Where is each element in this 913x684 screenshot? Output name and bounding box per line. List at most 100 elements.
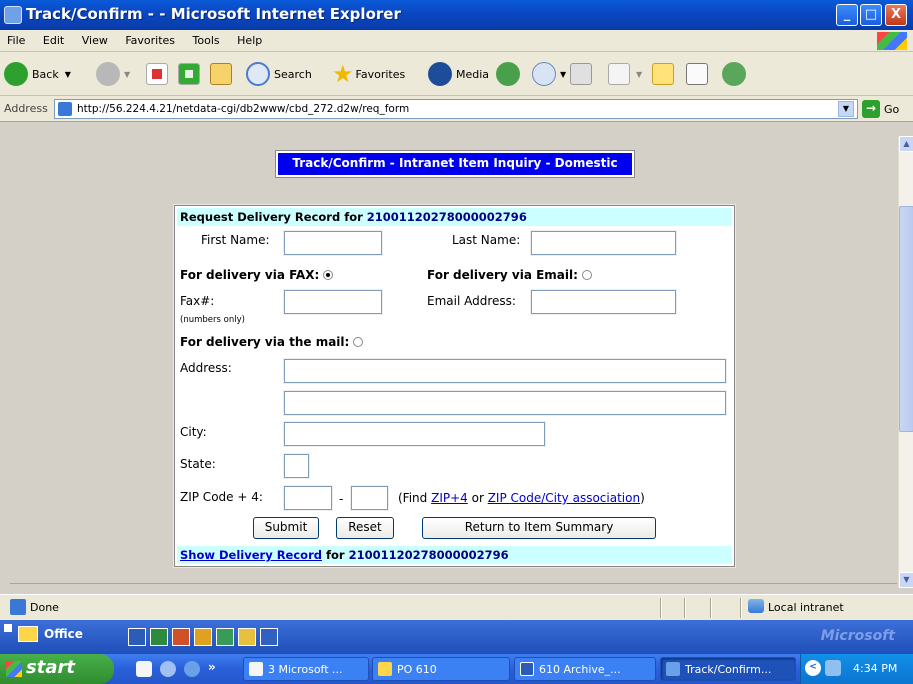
powerpoint-icon[interactable]	[172, 628, 190, 646]
zip-label: ZIP Code + 4:	[180, 490, 263, 504]
refresh-icon	[178, 63, 200, 85]
menu-view[interactable]: View	[75, 30, 115, 47]
fax-input[interactable]	[283, 289, 383, 315]
forward-button[interactable]: ▼	[96, 59, 130, 89]
delivery-record-form: Request Delivery Record for 210011202780…	[173, 204, 736, 568]
mail-dropdown-icon[interactable]: ▼	[560, 70, 566, 79]
start-button[interactable]: start	[0, 654, 114, 684]
first-name-label: First Name:	[201, 233, 270, 247]
page-icon	[58, 102, 72, 116]
folder-icon	[378, 662, 392, 676]
folder-icon	[652, 63, 674, 85]
status-separator	[710, 598, 712, 618]
history-icon	[496, 62, 520, 86]
menu-edit[interactable]: Edit	[36, 30, 71, 47]
address-dropdown-icon[interactable]: ▼	[838, 101, 854, 117]
zip4-link[interactable]: ZIP+4	[431, 491, 468, 505]
show-delivery-record-link[interactable]: Show Delivery Record	[180, 548, 322, 562]
email-input[interactable]	[530, 289, 677, 315]
show-hidden-icons-icon[interactable]: <	[805, 660, 821, 676]
quicklaunch-ie-icon[interactable]	[184, 661, 200, 677]
back-dropdown-icon[interactable]: ▼	[65, 70, 71, 79]
reset-button[interactable]: Reset	[336, 517, 394, 539]
zip-input[interactable]	[283, 485, 333, 511]
office-button[interactable]: Office	[18, 626, 83, 642]
home-button[interactable]	[210, 59, 232, 89]
submit-button[interactable]: Submit	[253, 517, 319, 539]
mail-radio[interactable]	[353, 336, 364, 347]
scroll-up-icon[interactable]: ▲	[899, 136, 913, 152]
last-name-input[interactable]	[530, 230, 677, 256]
maximize-button[interactable]: □	[860, 4, 882, 26]
quicklaunch-app-icon[interactable]	[136, 661, 152, 677]
print-button[interactable]	[570, 59, 592, 89]
address-bar: Address http://56.224.4.21/netdata-cgi/d…	[0, 96, 913, 122]
mail-icon	[532, 62, 556, 86]
task-610-archive[interactable]: 610 Archive_...	[514, 657, 656, 681]
address-line2-input[interactable]	[283, 390, 727, 416]
window-title-bar[interactable]: Track/Confirm - - Microsoft Internet Exp…	[0, 0, 913, 30]
home-icon	[210, 63, 232, 85]
zip4-input[interactable]	[350, 485, 389, 511]
word-icon	[520, 662, 534, 676]
go-button[interactable]: → Go	[862, 100, 899, 118]
forward-dropdown-icon[interactable]: ▼	[124, 70, 130, 79]
access-icon[interactable]	[260, 628, 278, 646]
network-icon[interactable]	[825, 660, 841, 676]
task-po610[interactable]: PO 610	[372, 657, 510, 681]
vertical-scrollbar[interactable]: ▲ ▼	[898, 136, 913, 588]
scroll-down-icon[interactable]: ▼	[899, 572, 913, 588]
fax-radio[interactable]	[323, 269, 334, 280]
edit-button[interactable]: ▼	[608, 59, 642, 89]
messenger-button[interactable]	[722, 59, 750, 89]
windows-logo-icon	[877, 32, 907, 50]
first-name-input[interactable]	[283, 230, 383, 256]
city-input[interactable]	[283, 421, 546, 447]
folder-icon	[18, 626, 38, 642]
minimize-button[interactable]: _	[836, 4, 858, 26]
publisher-icon[interactable]	[216, 628, 234, 646]
start-label: start	[26, 657, 75, 678]
status-text: Done	[30, 601, 59, 614]
mail-button[interactable]: ▼	[532, 59, 566, 89]
menu-tools[interactable]: Tools	[186, 30, 227, 47]
scroll-thumb[interactable]	[899, 206, 913, 432]
media-button[interactable]: Media	[428, 59, 489, 89]
printer-icon	[570, 63, 592, 85]
quicklaunch-app2-icon[interactable]	[160, 661, 176, 677]
favorites-button[interactable]: ★ Favorites	[332, 59, 405, 89]
state-input[interactable]	[283, 453, 310, 479]
word-icon[interactable]	[128, 628, 146, 646]
status-bar: Done Local intranet	[0, 594, 913, 620]
email-radio[interactable]	[581, 269, 592, 280]
bar-menu-icon[interactable]	[4, 624, 12, 632]
discuss-button[interactable]	[652, 59, 674, 89]
ie-icon	[4, 6, 22, 24]
zipcity-link[interactable]: ZIP Code/City association	[488, 491, 640, 505]
address-input[interactable]: http://56.224.4.21/netdata-cgi/db2www/cb…	[54, 99, 858, 119]
history-button[interactable]	[496, 59, 524, 89]
address-line1-input[interactable]	[283, 358, 727, 384]
back-button[interactable]: Back ▼	[4, 59, 71, 89]
refresh-button[interactable]	[178, 59, 200, 89]
menu-favorites[interactable]: Favorites	[118, 30, 182, 47]
return-to-summary-button[interactable]: Return to Item Summary	[422, 517, 656, 539]
explorer-icon[interactable]	[238, 628, 256, 646]
task-track-confirm[interactable]: Track/Confirm...	[660, 657, 796, 681]
menu-help[interactable]: Help	[230, 30, 269, 47]
close-button[interactable]: X	[885, 4, 907, 26]
outlook-icon[interactable]	[194, 628, 212, 646]
quicklaunch-more-icon[interactable]: »	[208, 660, 216, 674]
menu-file[interactable]: File	[0, 30, 32, 47]
research-button[interactable]	[686, 59, 708, 89]
window-title: Track/Confirm - - Microsoft Internet Exp…	[26, 5, 401, 23]
search-button[interactable]: Search	[246, 59, 312, 89]
favorites-label: Favorites	[355, 67, 406, 81]
ie-icon	[666, 662, 680, 676]
stop-button[interactable]	[146, 59, 168, 89]
excel-icon[interactable]	[150, 628, 168, 646]
task-microsoft[interactable]: 3 Microsoft ...	[243, 657, 369, 681]
address-label: Address	[4, 102, 48, 115]
search-label: Search	[274, 67, 312, 81]
edit-dropdown-icon[interactable]: ▼	[636, 70, 642, 79]
